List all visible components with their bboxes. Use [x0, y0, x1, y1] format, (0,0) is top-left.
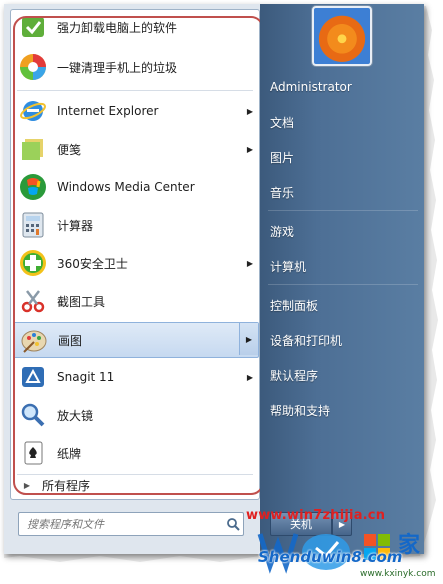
- program-item-snagit[interactable]: Snagit 11 ▶: [13, 360, 257, 394]
- watermark-top: www.win7zhijia.cn: [246, 508, 386, 523]
- snipping-tool-icon: [17, 285, 49, 317]
- program-item-media-center[interactable]: Windows Media Center: [13, 170, 257, 204]
- snagit-icon: [17, 361, 49, 393]
- program-label: 纸牌: [57, 446, 82, 461]
- search-box[interactable]: [18, 512, 244, 536]
- right-item-devices-printers[interactable]: 设备和打印机: [270, 327, 418, 353]
- expand-arrow-icon: ▶: [23, 480, 31, 490]
- program-item-snipping-tool[interactable]: 截图工具: [13, 284, 257, 318]
- separator: [268, 284, 418, 285]
- program-label: Windows Media Center: [57, 180, 195, 194]
- program-label: 截图工具: [57, 294, 106, 309]
- program-item-uninstall[interactable]: 强力卸载电脑上的软件: [13, 10, 257, 44]
- phone-clean-icon: [17, 51, 49, 83]
- program-label: 画图: [58, 333, 83, 348]
- program-item-solitaire[interactable]: 纸牌: [13, 436, 257, 470]
- paint-icon: [18, 324, 50, 356]
- right-item-music[interactable]: 音乐: [270, 179, 418, 205]
- program-label: 计算器: [57, 218, 94, 233]
- all-programs-label: 所有程序: [42, 478, 91, 493]
- right-panel: Administrator 文档 图片 音乐 游戏 计算机 控制面板 设备和打印…: [260, 4, 424, 554]
- internet-explorer-icon: [17, 95, 49, 127]
- program-label: 放大镜: [57, 408, 94, 423]
- program-item-internet-explorer[interactable]: Internet Explorer ▶: [13, 94, 257, 128]
- sticky-notes-icon: [17, 133, 49, 165]
- program-label: 强力卸载电脑上的软件: [57, 20, 178, 35]
- programs-panel: 强力卸载电脑上的软件 一键清理手机上的垃圾 Internet Explorer …: [10, 9, 260, 500]
- right-item-control-panel[interactable]: 控制面板: [270, 292, 418, 318]
- program-item-sticky-notes[interactable]: 便笺 ▶: [13, 132, 257, 166]
- solitaire-icon: [17, 437, 49, 469]
- program-label: Snagit 11: [57, 370, 115, 384]
- magnifier-icon: [17, 399, 49, 431]
- right-item-administrator[interactable]: Administrator: [270, 74, 418, 100]
- calculator-icon: [17, 209, 49, 241]
- program-item-calculator[interactable]: 计算器: [13, 208, 257, 242]
- program-label: 360安全卫士: [57, 256, 128, 271]
- media-center-icon: [17, 171, 49, 203]
- program-item-phone-clean[interactable]: 一键清理手机上的垃圾: [13, 50, 257, 84]
- submenu-arrow-icon[interactable]: ▶: [243, 259, 257, 268]
- search-input[interactable]: [25, 514, 223, 534]
- watermark-logo-text: Shenduwin8.com: [258, 548, 403, 566]
- start-menu: 强力卸载电脑上的软件 一键清理手机上的垃圾 Internet Explorer …: [4, 4, 424, 554]
- watermark-bottom: www.kxinyk.com: [360, 569, 436, 579]
- program-label: Internet Explorer: [57, 104, 159, 118]
- right-item-computer[interactable]: 计算机: [270, 253, 418, 279]
- program-label: 一键清理手机上的垃圾: [57, 60, 178, 75]
- right-item-pictures[interactable]: 图片: [270, 144, 418, 170]
- right-item-documents[interactable]: 文档: [270, 109, 418, 135]
- right-item-default-programs[interactable]: 默认程序: [270, 362, 418, 388]
- program-item-360-guard[interactable]: 360安全卫士 ▶: [13, 246, 257, 280]
- program-item-paint[interactable]: 画图 ▶: [13, 322, 259, 358]
- uninstall-icon: [17, 11, 49, 43]
- search-icon[interactable]: [223, 517, 243, 531]
- right-item-help-support[interactable]: 帮助和支持: [270, 397, 418, 423]
- submenu-arrow-icon[interactable]: ▶: [243, 373, 257, 382]
- separator: [268, 210, 418, 211]
- 360-guard-icon: [17, 247, 49, 279]
- right-item-games[interactable]: 游戏: [270, 218, 418, 244]
- all-programs-button[interactable]: ▶ 所有程序: [12, 474, 252, 496]
- separator: [17, 90, 253, 91]
- user-avatar[interactable]: [312, 6, 372, 66]
- submenu-arrow-icon[interactable]: ▶: [239, 323, 258, 355]
- submenu-arrow-icon[interactable]: ▶: [243, 145, 257, 154]
- submenu-arrow-icon[interactable]: ▶: [243, 107, 257, 116]
- program-item-magnifier[interactable]: 放大镜: [13, 398, 257, 432]
- program-label: 便笺: [57, 142, 82, 157]
